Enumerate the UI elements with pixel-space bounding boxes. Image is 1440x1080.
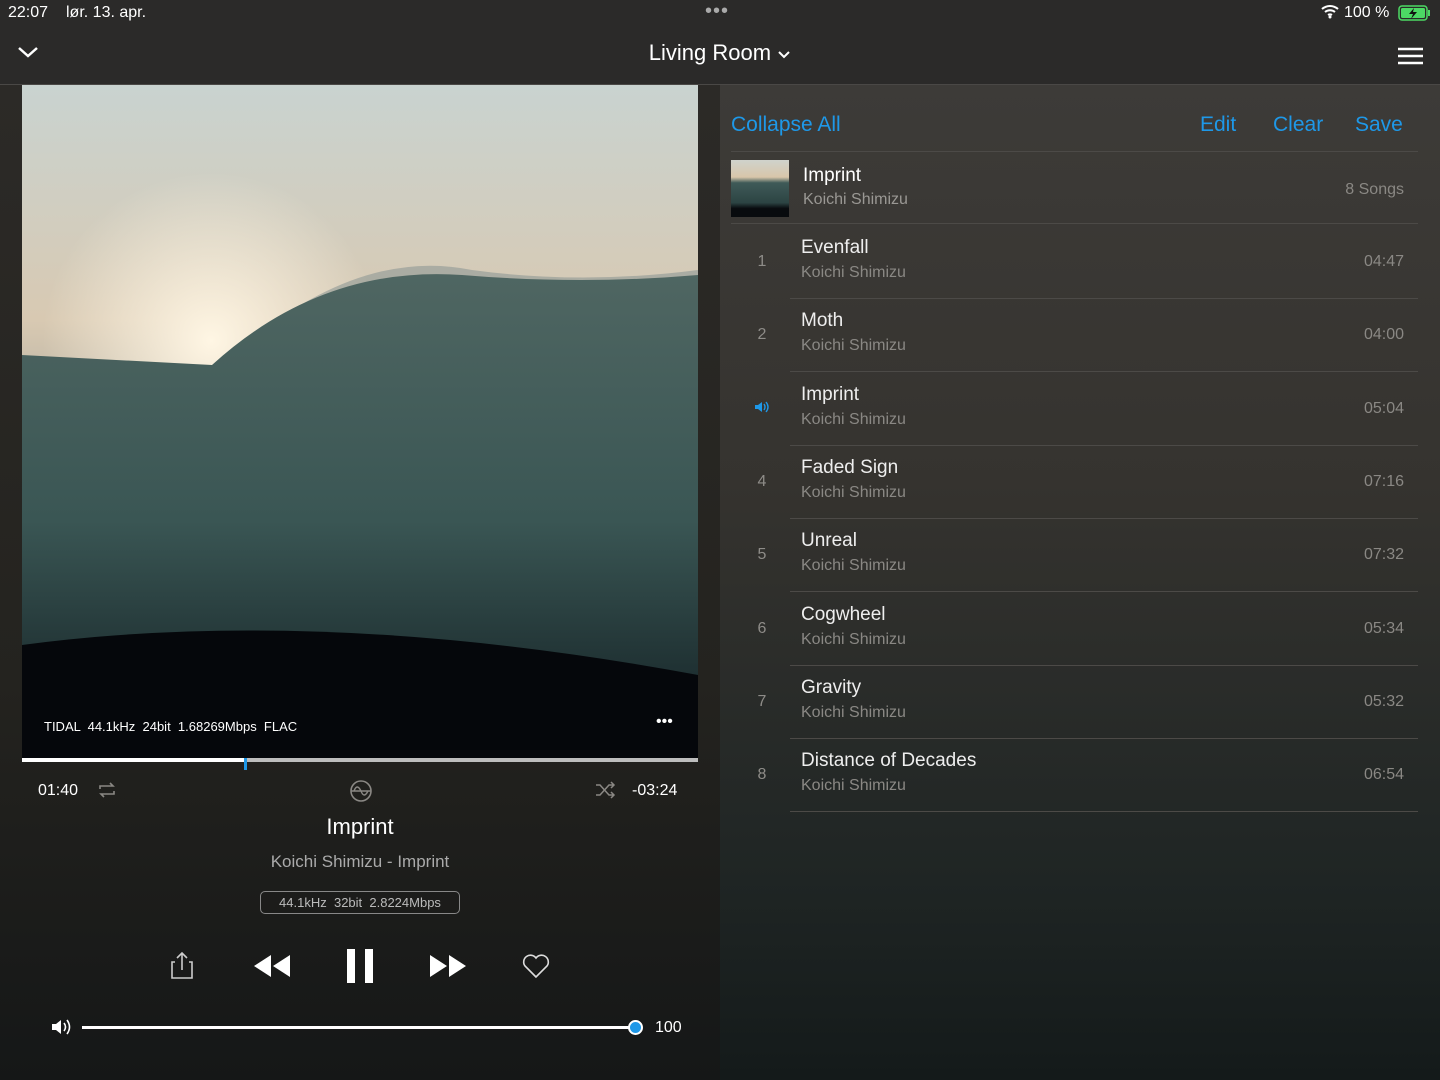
collapse-all-button[interactable]: Collapse All (731, 113, 841, 137)
wifi-icon (1320, 3, 1340, 24)
multitask-dots-icon[interactable]: ••• (705, 0, 729, 23)
next-button[interactable] (428, 953, 468, 979)
track-number: 5 (757, 546, 767, 564)
track-title: Evenfall (801, 237, 869, 258)
rewind-icon (254, 955, 290, 977)
track-duration: 05:32 (1363, 692, 1404, 710)
track-title: Faded Sign (801, 456, 899, 478)
zone-title: Living Room (648, 40, 772, 65)
dsp-icon[interactable] (349, 779, 373, 808)
track-number: 6 (757, 619, 767, 637)
album-title: Imprint (803, 165, 862, 186)
volume-handle[interactable] (628, 1020, 643, 1035)
track-duration: 06:54 (1363, 766, 1404, 784)
queue-panel: Collapse All Edit Clear Save Imprint Koi… (720, 85, 1440, 1080)
zone-selector[interactable]: Living Room (0, 40, 1440, 66)
more-options-icon[interactable]: ••• (656, 713, 673, 731)
elapsed-time: 01:40 (38, 782, 79, 799)
queue-track-row[interactable]: 5 Unreal Koichi Shimizu 07:32 (758, 518, 1418, 593)
battery-charging-icon (1398, 5, 1432, 26)
edit-button[interactable]: Edit (1200, 113, 1236, 137)
queue-track-row[interactable]: Imprint Koichi Shimizu 05:04 (755, 372, 1418, 446)
track-artist: Koichi Shimizu (801, 337, 906, 355)
status-bar: 22:07 lør. 13. apr. ••• 100 % (0, 0, 1440, 26)
fast-forward-icon (430, 955, 466, 977)
track-duration: 05:34 (1363, 619, 1404, 637)
track-duration: 07:32 (1363, 546, 1404, 564)
album-thumbnail (731, 160, 789, 217)
track-artist: Koichi Shimizu (801, 630, 906, 648)
track-artist: Koichi Shimizu (801, 703, 906, 721)
queue-track-row[interactable]: 7 Gravity Koichi Shimizu 05:32 (758, 665, 1418, 739)
queue-track-row[interactable]: 2 Moth Koichi Shimizu 04:00 (758, 298, 1418, 373)
pause-icon (347, 949, 373, 983)
queue-track-row[interactable]: 6 Cogwheel Koichi Shimizu 05:34 (758, 592, 1418, 666)
chevron-down-icon (778, 51, 790, 59)
now-playing-panel: TIDAL 44.1kHz 24bit 1.68269Mbps FLAC •••… (0, 85, 720, 1080)
track-number: 8 (757, 766, 767, 784)
track-title: Imprint (326, 814, 394, 839)
track-number: 4 (757, 472, 767, 490)
track-title: Imprint (801, 383, 860, 405)
queue-track-row[interactable]: 8 Distance of Decades Koichi Shimizu 06:54 (758, 738, 1418, 813)
share-icon (171, 951, 193, 979)
previous-button[interactable] (252, 953, 292, 979)
track-duration: 07:16 (1363, 472, 1404, 490)
artist-album: Koichi Shimizu - Imprint (270, 852, 450, 871)
volume-slider[interactable] (82, 1020, 643, 1035)
shuffle-icon[interactable] (594, 780, 616, 805)
track-title: Gravity (801, 676, 862, 698)
seek-bar-fill (22, 758, 245, 762)
track-duration: 04:47 (1363, 253, 1404, 270)
clear-button[interactable]: Clear (1273, 113, 1323, 137)
album-header-row[interactable]: Imprint Koichi Shimizu 8 Songs (731, 151, 1418, 224)
track-title: Cogwheel (801, 603, 886, 625)
pause-button[interactable] (345, 949, 375, 983)
track-artist: Koichi Shimizu (801, 264, 906, 281)
track-artist: Koichi Shimizu (801, 557, 906, 575)
volume-icon[interactable] (50, 1017, 74, 1042)
status-date: lør. 13. apr. (66, 4, 147, 21)
stream-info: TIDAL 44.1kHz 24bit 1.68269Mbps FLAC (44, 719, 298, 734)
repeat-icon[interactable] (96, 780, 118, 805)
track-duration: 04:00 (1363, 326, 1404, 344)
track-number: 7 (757, 692, 767, 710)
track-duration: 05:04 (1363, 399, 1404, 417)
now-playing-speaker-icon (752, 400, 772, 419)
song-count: 8 Songs (1345, 181, 1404, 198)
queue-track-row[interactable]: 1 Evenfall Koichi Shimizu 04:47 (758, 225, 1418, 299)
album-art: TIDAL 44.1kHz 24bit 1.68269Mbps FLAC ••• (22, 85, 698, 758)
volume-value: 100 (655, 1019, 682, 1036)
track-title: Moth (801, 310, 844, 332)
track-number: 1 (757, 253, 767, 270)
share-button[interactable] (170, 950, 194, 980)
track-artist: Koichi Shimizu (801, 483, 906, 501)
track-title: Distance of Decades (801, 750, 977, 772)
nav-bar: Living Room (0, 26, 1440, 85)
track-artist: Koichi Shimizu (801, 410, 906, 428)
seek-bar[interactable] (22, 758, 698, 770)
track-artist: Koichi Shimizu (801, 777, 906, 795)
menu-icon[interactable] (1398, 47, 1424, 72)
battery-percent: 100 % (1344, 4, 1390, 21)
track-number: 2 (757, 326, 767, 344)
queue-track-row[interactable]: 4 Faded Sign Koichi Shimizu 07:16 (758, 445, 1418, 519)
save-button[interactable]: Save (1355, 113, 1403, 137)
volume-fill (82, 1026, 635, 1029)
output-format-badge[interactable]: 44.1kHz 32bit 2.8224Mbps (260, 891, 460, 914)
track-title: Unreal (801, 530, 857, 552)
seek-handle[interactable] (244, 758, 248, 770)
remaining-time: -03:24 (632, 782, 678, 799)
favorite-button[interactable] (522, 953, 550, 979)
album-artist: Koichi Shimizu (803, 191, 908, 208)
status-time: 22:07 (8, 4, 49, 21)
heart-icon (522, 954, 550, 979)
